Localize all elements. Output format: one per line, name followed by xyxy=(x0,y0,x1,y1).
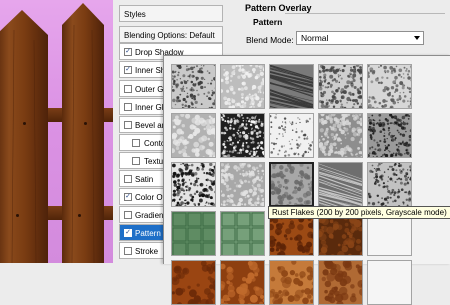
pattern-texture xyxy=(319,114,363,158)
pattern-texture xyxy=(271,164,314,207)
pattern-swatch[interactable] xyxy=(318,162,363,207)
pattern-swatch[interactable] xyxy=(367,113,412,158)
pattern-swatch[interactable] xyxy=(171,113,216,158)
blend-mode-value: Normal xyxy=(301,33,328,43)
bevel-emboss-checkbox[interactable] xyxy=(124,121,132,129)
pattern-overlay-checkbox[interactable]: ✓ xyxy=(124,229,132,237)
pattern-texture xyxy=(172,212,216,256)
pattern-texture xyxy=(221,212,265,256)
group-divider xyxy=(285,13,445,14)
pattern-swatch[interactable] xyxy=(220,162,265,207)
pattern-texture xyxy=(172,163,216,207)
chevron-down-icon xyxy=(414,36,420,40)
group-title: Pattern xyxy=(253,17,282,27)
pattern-swatch-selected[interactable] xyxy=(269,162,314,207)
pattern-swatch[interactable] xyxy=(269,260,314,305)
pattern-swatch[interactable] xyxy=(318,260,363,305)
satin-checkbox[interactable] xyxy=(124,175,132,183)
pattern-swatch[interactable] xyxy=(171,162,216,207)
styles-header[interactable]: Styles xyxy=(119,5,223,22)
pattern-texture xyxy=(172,114,216,158)
pattern-swatch[interactable] xyxy=(171,64,216,109)
pattern-texture xyxy=(221,65,265,109)
pattern-texture xyxy=(221,163,265,207)
nail-3 xyxy=(16,214,19,217)
pattern-swatch[interactable] xyxy=(220,113,265,158)
document-canvas xyxy=(0,0,113,263)
drop-shadow-checkbox[interactable]: ✓ xyxy=(124,48,132,56)
blending-options-item[interactable]: Blending Options: Default xyxy=(119,26,223,43)
pattern-texture xyxy=(368,163,412,207)
pattern-texture xyxy=(221,114,265,158)
pattern-texture xyxy=(368,261,412,305)
pattern-texture xyxy=(172,65,216,109)
pattern-swatch[interactable] xyxy=(269,64,314,109)
pattern-picker[interactable] xyxy=(163,55,450,264)
pattern-swatch[interactable] xyxy=(318,64,363,109)
pattern-texture xyxy=(270,114,314,158)
pattern-swatch[interactable] xyxy=(318,113,363,158)
inner-glow-checkbox[interactable] xyxy=(124,103,132,111)
gradient-overlay-checkbox[interactable] xyxy=(124,211,132,219)
pattern-swatch[interactable] xyxy=(367,64,412,109)
fence-pickets xyxy=(0,0,113,263)
stroke-checkbox[interactable] xyxy=(124,247,132,255)
pattern-texture xyxy=(319,65,363,109)
color-overlay-checkbox[interactable]: ✓ xyxy=(124,193,132,201)
pattern-texture xyxy=(270,261,314,305)
pattern-texture xyxy=(368,65,412,109)
pattern-swatch[interactable] xyxy=(367,162,412,207)
pattern-texture xyxy=(270,65,314,109)
blend-mode-select[interactable]: Normal xyxy=(296,31,424,45)
nail-4 xyxy=(78,214,81,217)
pattern-swatch[interactable] xyxy=(220,260,265,305)
pattern-texture xyxy=(172,261,216,305)
pattern-swatch[interactable] xyxy=(171,260,216,305)
blend-mode-label: Blend Mode: xyxy=(246,35,294,45)
nail-1 xyxy=(23,122,26,125)
section-title: Pattern Overlay xyxy=(245,3,312,13)
contour-checkbox[interactable] xyxy=(132,139,140,147)
texture-checkbox[interactable] xyxy=(132,157,140,165)
outer-glow-checkbox[interactable] xyxy=(124,85,132,93)
pattern-swatch[interactable] xyxy=(269,113,314,158)
pattern-texture xyxy=(368,114,412,158)
pattern-tooltip: Rust Flakes (200 by 200 pixels, Grayscal… xyxy=(268,206,450,219)
pattern-texture xyxy=(319,261,363,305)
pattern-swatch[interactable] xyxy=(220,211,265,256)
pattern-swatch[interactable] xyxy=(220,64,265,109)
pattern-texture xyxy=(319,163,363,207)
pattern-swatch[interactable] xyxy=(171,211,216,256)
inner-shadow-checkbox[interactable]: ✓ xyxy=(124,66,132,74)
pattern-texture xyxy=(221,261,265,305)
pattern-swatch[interactable] xyxy=(367,260,412,305)
nail-2 xyxy=(84,122,87,125)
